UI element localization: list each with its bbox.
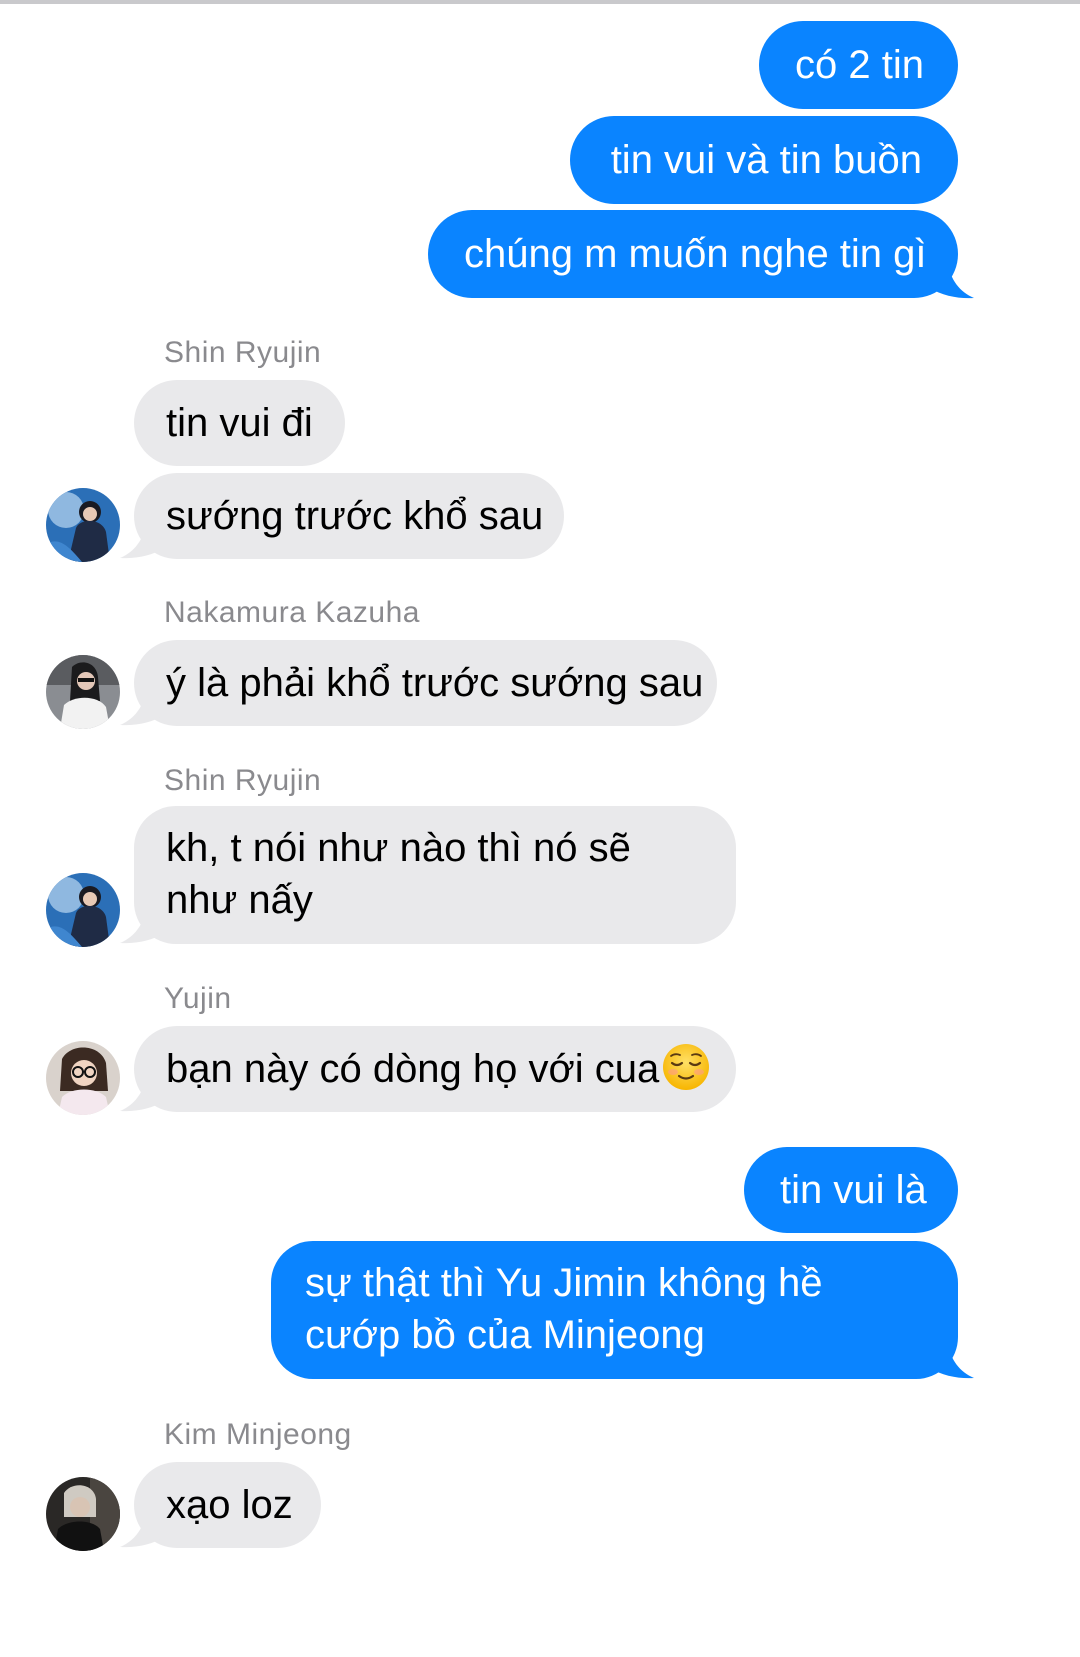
message-text: bạn này có dòng họ với cua [166, 1047, 660, 1091]
outgoing-message[interactable]: tin vui và tin buồn [570, 116, 958, 204]
incoming-message[interactable]: bạn này có dòng họ với cua [134, 1026, 736, 1112]
message-text: tin vui và tin buồn [610, 138, 922, 182]
relieved-face-emoji [663, 1044, 710, 1090]
sender-name: Shin Ryujin [164, 764, 322, 797]
message-text: sự thật thì Yu Jimin không hề cướp bồ củ… [305, 1261, 823, 1357]
avatar-kim-minjeong[interactable] [46, 1477, 120, 1551]
bubble-tail-incoming [120, 689, 164, 726]
incoming-message[interactable]: sướng trước khổ sau [134, 473, 564, 559]
message-text: có 2 tin [795, 43, 924, 87]
outgoing-message[interactable]: tin vui là [744, 1147, 958, 1233]
bubble-tail-outgoing [930, 262, 974, 299]
message-text: tin vui là [780, 1168, 927, 1212]
sender-name: Kim Minjeong [164, 1418, 352, 1451]
message-text: kh, t nói như nào thì nó sẽ như nấy [166, 826, 631, 922]
avatar-shin-ryujin[interactable] [46, 488, 120, 562]
bubble-tail-incoming [120, 1075, 164, 1112]
outgoing-message[interactable]: chúng m muốn nghe tin gì [428, 210, 958, 298]
incoming-message[interactable]: kh, t nói như nào thì nó sẽ như nấy [134, 806, 736, 944]
avatar-nakamura-kazuha[interactable] [46, 655, 120, 729]
outgoing-message[interactable]: sự thật thì Yu Jimin không hề cướp bồ củ… [271, 1241, 958, 1379]
message-text: tin vui đi [166, 401, 313, 445]
bubble-tail-outgoing [930, 1342, 974, 1379]
avatar-yujin[interactable] [46, 1041, 120, 1115]
incoming-message[interactable]: tin vui đi [134, 380, 345, 466]
incoming-message[interactable]: ý là phải khổ trước sướng sau [134, 640, 717, 726]
bubble-tail-incoming [120, 1511, 164, 1548]
bubble-tail-incoming [120, 907, 164, 944]
message-text: sướng trước khổ sau [166, 494, 544, 538]
sender-name: Nakamura Kazuha [164, 596, 420, 629]
sender-name: Shin Ryujin [164, 336, 322, 369]
avatar-shin-ryujin[interactable] [46, 873, 120, 947]
message-thread[interactable]: có 2 tin tin vui và tin buồn chúng m muố… [0, 0, 1080, 1657]
bubble-tail-incoming [120, 522, 164, 559]
sender-name: Yujin [164, 982, 232, 1015]
message-text: xạo loz [166, 1483, 293, 1527]
message-text: chúng m muốn nghe tin gì [464, 232, 927, 276]
message-text: ý là phải khổ trước sướng sau [166, 661, 704, 705]
outgoing-message[interactable]: có 2 tin [759, 21, 958, 109]
